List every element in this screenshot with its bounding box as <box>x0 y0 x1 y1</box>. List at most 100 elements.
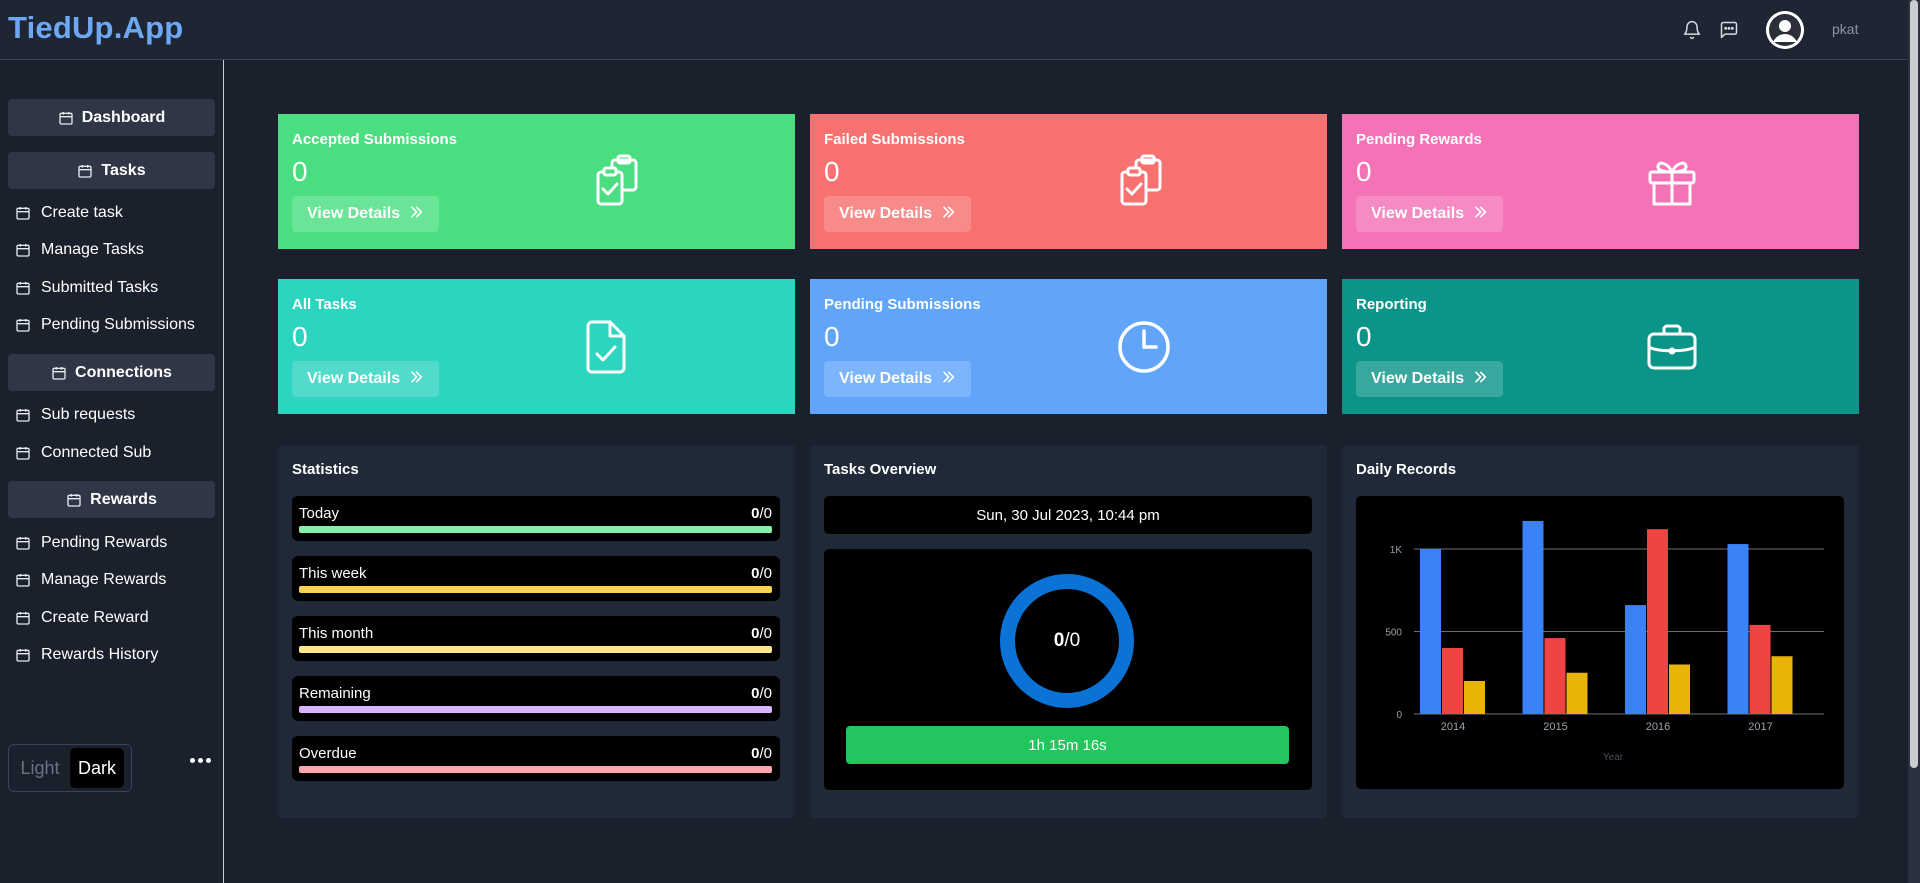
scrollbar-thumb[interactable] <box>1910 0 1918 768</box>
bell-icon[interactable] <box>1679 17 1705 43</box>
card-title: Pending Rewards <box>1356 131 1482 148</box>
sidebar-item-create-reward[interactable]: Create Reward <box>15 609 149 627</box>
stat-row-overdue: Overdue 0/0 <box>292 736 780 781</box>
sidebar-item-pending-submissions[interactable]: Pending Submissions <box>15 316 195 334</box>
view-details-button[interactable]: View Details <box>292 361 440 397</box>
sidebar-item-label: Manage Tasks <box>41 241 144 258</box>
stat-label: Remaining <box>299 685 371 702</box>
more-options-button[interactable] <box>190 758 211 763</box>
sidebar-item-sub-requests[interactable]: Sub requests <box>15 406 135 424</box>
calendar-icon <box>15 242 31 258</box>
view-details-label: View Details <box>307 205 401 222</box>
chart-bar <box>1522 520 1544 714</box>
card-reporting: Reporting 0 View Details <box>1342 279 1859 414</box>
sidebar-item-submitted-tasks[interactable]: Submitted Tasks <box>15 279 158 297</box>
sidebar-item-manage-tasks[interactable]: Manage Tasks <box>15 241 144 259</box>
app-logo[interactable]: TiedUp.App <box>8 10 183 46</box>
view-details-button[interactable]: View Details <box>824 196 972 232</box>
stat-row-today: Today 0/0 <box>292 496 780 541</box>
chart-bar <box>1464 681 1485 714</box>
theme-toggle: Light Dark <box>8 744 132 792</box>
sidebar-header-label: Tasks <box>101 161 146 179</box>
view-details-button[interactable]: View Details <box>292 196 440 232</box>
stat-count: 0/0 <box>751 685 772 702</box>
x-tick-label: 2016 <box>1646 721 1670 733</box>
sidebar-item-manage-rewards[interactable]: Manage Rewards <box>15 571 166 589</box>
sidebar-item-connected-sub[interactable]: Connected Sub <box>15 444 151 462</box>
calendar-icon <box>58 110 74 126</box>
calendar-icon <box>15 407 31 423</box>
username[interactable]: pkat <box>1832 21 1858 37</box>
x-tick-label: 2017 <box>1748 721 1772 733</box>
panel-title: Statistics <box>292 461 359 478</box>
view-details-button[interactable]: View Details <box>824 361 972 397</box>
theme-dark-option[interactable]: Dark <box>70 748 124 788</box>
chevrons-right-icon <box>408 369 424 390</box>
card-value: 0 <box>292 156 308 187</box>
daily-records-panel: Daily Records 0 500 1K 2014 2015 2016 2017 Year <box>1342 445 1859 818</box>
chart-bar <box>1647 529 1668 714</box>
calendar-icon <box>15 445 31 461</box>
chevrons-right-icon <box>940 369 956 390</box>
theme-light-option[interactable]: Light <box>12 748 68 788</box>
x-tick-label: 2015 <box>1543 721 1567 733</box>
chat-icon[interactable] <box>1716 17 1742 43</box>
stat-count: 0/0 <box>751 745 772 762</box>
chart-bar <box>1544 638 1566 714</box>
sidebar-header-dashboard[interactable]: Dashboard <box>8 99 215 136</box>
calendar-icon <box>15 647 31 663</box>
sidebar-header-tasks[interactable]: Tasks <box>8 152 215 189</box>
card-pending-submissions: Pending Submissions 0 View Details <box>810 279 1327 414</box>
sidebar-header-label: Dashboard <box>81 108 166 126</box>
view-details-button[interactable]: View Details <box>1356 361 1504 397</box>
chart-bar <box>1625 605 1646 714</box>
card-pending-rewards: Pending Rewards 0 View Details <box>1342 114 1859 249</box>
chart-bar <box>1420 549 1441 714</box>
sidebar-item-pending-rewards[interactable]: Pending Rewards <box>15 534 167 552</box>
chart-bar <box>1566 672 1588 714</box>
card-title: All Tasks <box>292 296 357 313</box>
chevrons-right-icon <box>1472 204 1488 225</box>
chart-bar <box>1442 648 1463 714</box>
sidebar-header-connections[interactable]: Connections <box>8 354 215 391</box>
stat-label: Today <box>299 505 340 522</box>
calendar-icon <box>77 163 93 179</box>
sidebar-item-rewards-history[interactable]: Rewards History <box>15 646 158 664</box>
stat-label: This week <box>299 565 367 582</box>
card-title: Pending Submissions <box>824 296 981 313</box>
card-accepted-submissions: Accepted Submissions 0 View Details <box>278 114 795 249</box>
chart-bar <box>1771 656 1793 714</box>
dot-icon <box>190 758 195 763</box>
gift-icon <box>1642 152 1702 212</box>
panel-title: Daily Records <box>1356 461 1457 478</box>
avatar[interactable] <box>1766 11 1804 49</box>
sidebar-item-label: Pending Submissions <box>41 316 195 333</box>
progress-bar <box>299 766 772 773</box>
donut-container: 0/0 1h 15m 16s <box>824 549 1312 790</box>
progress-donut: 0/0 <box>1000 574 1134 708</box>
stat-row-this-week: This week 0/0 <box>292 556 780 601</box>
top-bar: TiedUp.App pkat <box>0 0 1908 60</box>
calendar-icon <box>66 492 82 508</box>
chart-bar <box>1749 624 1771 714</box>
view-details-button[interactable]: View Details <box>1356 196 1504 232</box>
x-tick-label: 2014 <box>1441 721 1465 733</box>
chevrons-right-icon <box>940 204 956 225</box>
stat-count: 0/0 <box>751 565 772 582</box>
datetime-display: Sun, 30 Jul 2023, 10:44 pm <box>824 496 1312 534</box>
clipboard-check-icon <box>1112 152 1172 212</box>
sidebar-item-create-task[interactable]: Create task <box>15 204 123 222</box>
card-value: 0 <box>1356 321 1372 352</box>
view-details-label: View Details <box>839 370 933 387</box>
sidebar-item-label: Manage Rewards <box>41 571 167 588</box>
dot-icon <box>198 758 203 763</box>
card-value: 0 <box>824 156 840 187</box>
card-value: 0 <box>292 321 308 352</box>
sidebar-item-label: Create task <box>41 204 123 221</box>
sidebar-header-rewards[interactable]: Rewards <box>8 481 215 518</box>
sidebar-header-label: Rewards <box>90 490 157 508</box>
sidebar-item-label: Pending Rewards <box>41 534 168 551</box>
stat-row-this-month: This month 0/0 <box>292 616 780 661</box>
clipboard-check-icon <box>588 152 648 212</box>
stat-row-remaining: Remaining 0/0 <box>292 676 780 721</box>
